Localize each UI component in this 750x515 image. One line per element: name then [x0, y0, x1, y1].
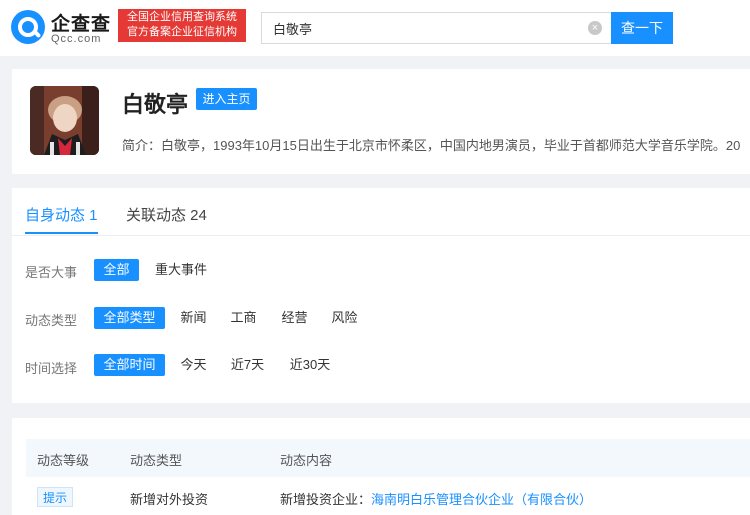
filter-time-30days[interactable]: 近30天 [288, 354, 332, 376]
row-content-prefix: 新增投资企业： [280, 492, 372, 507]
search-input[interactable] [273, 18, 573, 38]
filter-time-7days[interactable]: 近7天 [229, 354, 266, 376]
filter-type-operation[interactable]: 经营 [280, 307, 309, 329]
filter-time-today[interactable]: 今天 [179, 354, 208, 376]
filter-label-type: 动态类型 [25, 313, 78, 328]
column-header-level: 动态等级 [37, 453, 90, 468]
filter-label-time: 时间选择 [25, 361, 78, 376]
filter-label-major: 是否大事 [25, 265, 78, 280]
clear-icon[interactable]: × [588, 21, 602, 35]
column-header-type: 动态类型 [130, 453, 183, 468]
badge-line-2: 官方备案企业征信机构 [127, 26, 237, 38]
active-tab-indicator [25, 232, 98, 234]
official-badge: 全国企业信用查询系统 官方备案企业征信机构 [118, 9, 246, 42]
filter-major-events[interactable]: 重大事件 [153, 259, 209, 281]
invested-company-link[interactable]: 海南明白乐管理合伙企业（有限合伙） [371, 492, 592, 507]
filter-major-all[interactable]: 全部 [94, 259, 139, 281]
logo-text-cn: 企查查 [51, 14, 112, 35]
table-header: 动态等级 动态类型 动态内容 [26, 439, 750, 477]
avatar [30, 86, 99, 155]
top-header: 企查查 Qcc.com 全国企业信用查询系统 官方备案企业征信机构 × 查一下 [0, 0, 750, 56]
tab-own-dynamics[interactable]: 自身动态 1 [25, 204, 98, 225]
column-header-content: 动态内容 [280, 453, 333, 468]
avatar-photo [30, 86, 99, 155]
table-row: 提示 新增对外投资 新增投资企业：海南明白乐管理合伙企业（有限合伙） [26, 477, 750, 515]
row-type: 新增对外投资 [130, 492, 209, 507]
logo-magnifier-icon [11, 10, 45, 44]
row-content: 新增投资企业：海南明白乐管理合伙企业（有限合伙） [280, 489, 592, 508]
logo-text-en: Qcc.com [51, 33, 102, 45]
person-name: 白敬亭 [122, 92, 189, 117]
enter-homepage-button[interactable]: 进入主页 [196, 88, 257, 110]
dynamics-tabs: 自身动态 1 关联动态 24 [12, 188, 750, 236]
filter-type-news[interactable]: 新闻 [179, 307, 208, 329]
person-bio: 简介：白敬亭，1993年10月15日出生于北京市怀柔区，中国内地男演员，毕业于首… [122, 138, 741, 153]
dynamics-table: 动态等级 动态类型 动态内容 提示 新增对外投资 新增投资企业：海南明白乐管理合… [12, 418, 750, 515]
search-button[interactable]: 查一下 [611, 12, 673, 44]
tab-related-dynamics[interactable]: 关联动态 24 [126, 204, 207, 225]
badge-line-1: 全国企业信用查询系统 [127, 11, 237, 23]
filter-time-all[interactable]: 全部时间 [94, 354, 165, 376]
level-tag: 提示 [37, 487, 73, 507]
search-box: × [261, 12, 611, 44]
filter-type-all[interactable]: 全部类型 [94, 307, 165, 329]
dynamics-filter-card: 自身动态 1 关联动态 24 是否大事 全部 重大事件 动态类型 全部类型 新闻… [12, 188, 750, 403]
filter-type-business[interactable]: 工商 [229, 307, 258, 329]
qcc-logo[interactable]: 企查查 Qcc.com [11, 9, 111, 45]
profile-card: 白敬亭 进入主页 简介：白敬亭，1993年10月15日出生于北京市怀柔区，中国内… [12, 69, 750, 174]
filter-type-risk[interactable]: 风险 [330, 307, 359, 329]
